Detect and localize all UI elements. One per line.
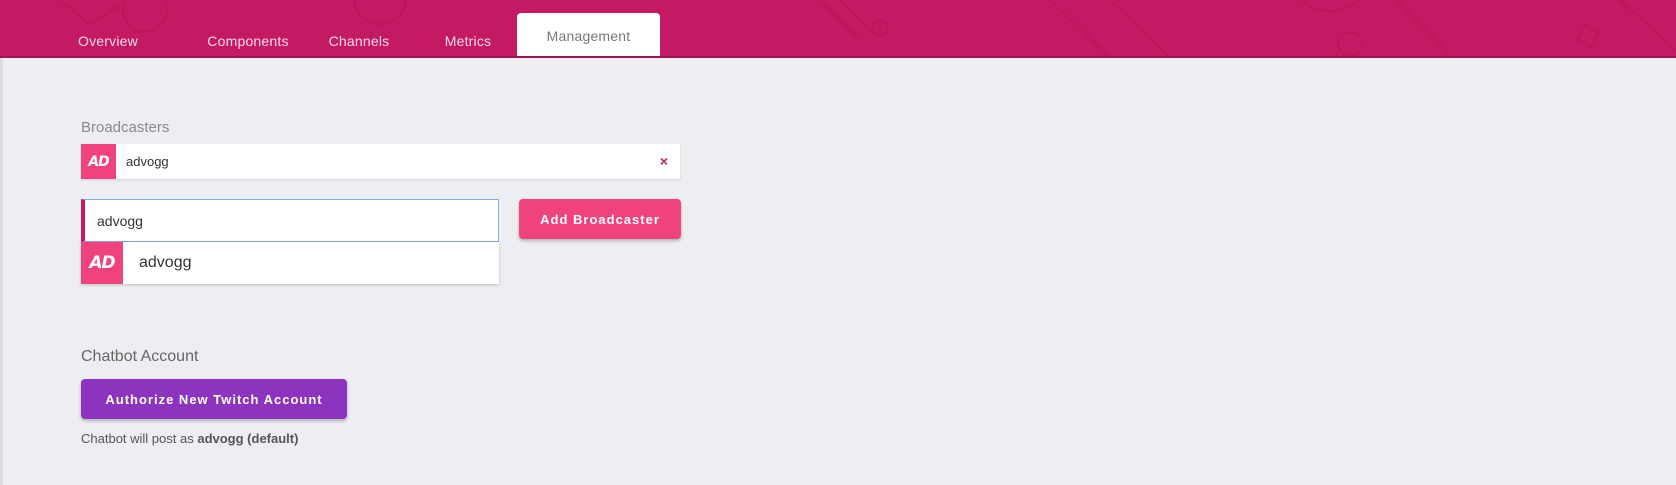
- broadcaster-search-input[interactable]: [81, 199, 499, 242]
- chatbot-account-name: advogg (default): [197, 431, 299, 446]
- tab-metrics[interactable]: Metrics: [438, 0, 498, 56]
- tab-management[interactable]: Management: [517, 13, 660, 56]
- top-nav-bar: Overview Components Channels Metrics Man…: [0, 0, 1676, 58]
- broadcaster-suggestion-item[interactable]: AD advogg: [81, 242, 499, 284]
- chatbot-note-prefix: Chatbot will post as: [81, 431, 198, 446]
- broadcaster-logo-icon: AD: [81, 144, 116, 179]
- tab-components[interactable]: Components: [186, 0, 310, 56]
- suggestion-name: advogg: [139, 254, 192, 271]
- chatbot-section-title: Chatbot Account: [81, 348, 199, 365]
- add-broadcaster-button[interactable]: Add Broadcaster: [519, 199, 681, 239]
- broadcaster-name: advogg: [126, 154, 169, 169]
- chatbot-note: Chatbot will post as advogg (default): [81, 431, 298, 446]
- tab-overview[interactable]: Overview: [70, 0, 146, 56]
- suggestion-logo-icon: AD: [81, 242, 123, 284]
- tab-channels[interactable]: Channels: [322, 0, 396, 56]
- left-edge-divider: [0, 58, 3, 485]
- remove-broadcaster-icon[interactable]: ×: [660, 144, 668, 179]
- authorize-twitch-button[interactable]: Authorize New Twitch Account: [81, 379, 347, 419]
- broadcaster-list-item: AD advogg ×: [81, 144, 680, 179]
- broadcasters-section-title: Broadcasters: [81, 119, 170, 136]
